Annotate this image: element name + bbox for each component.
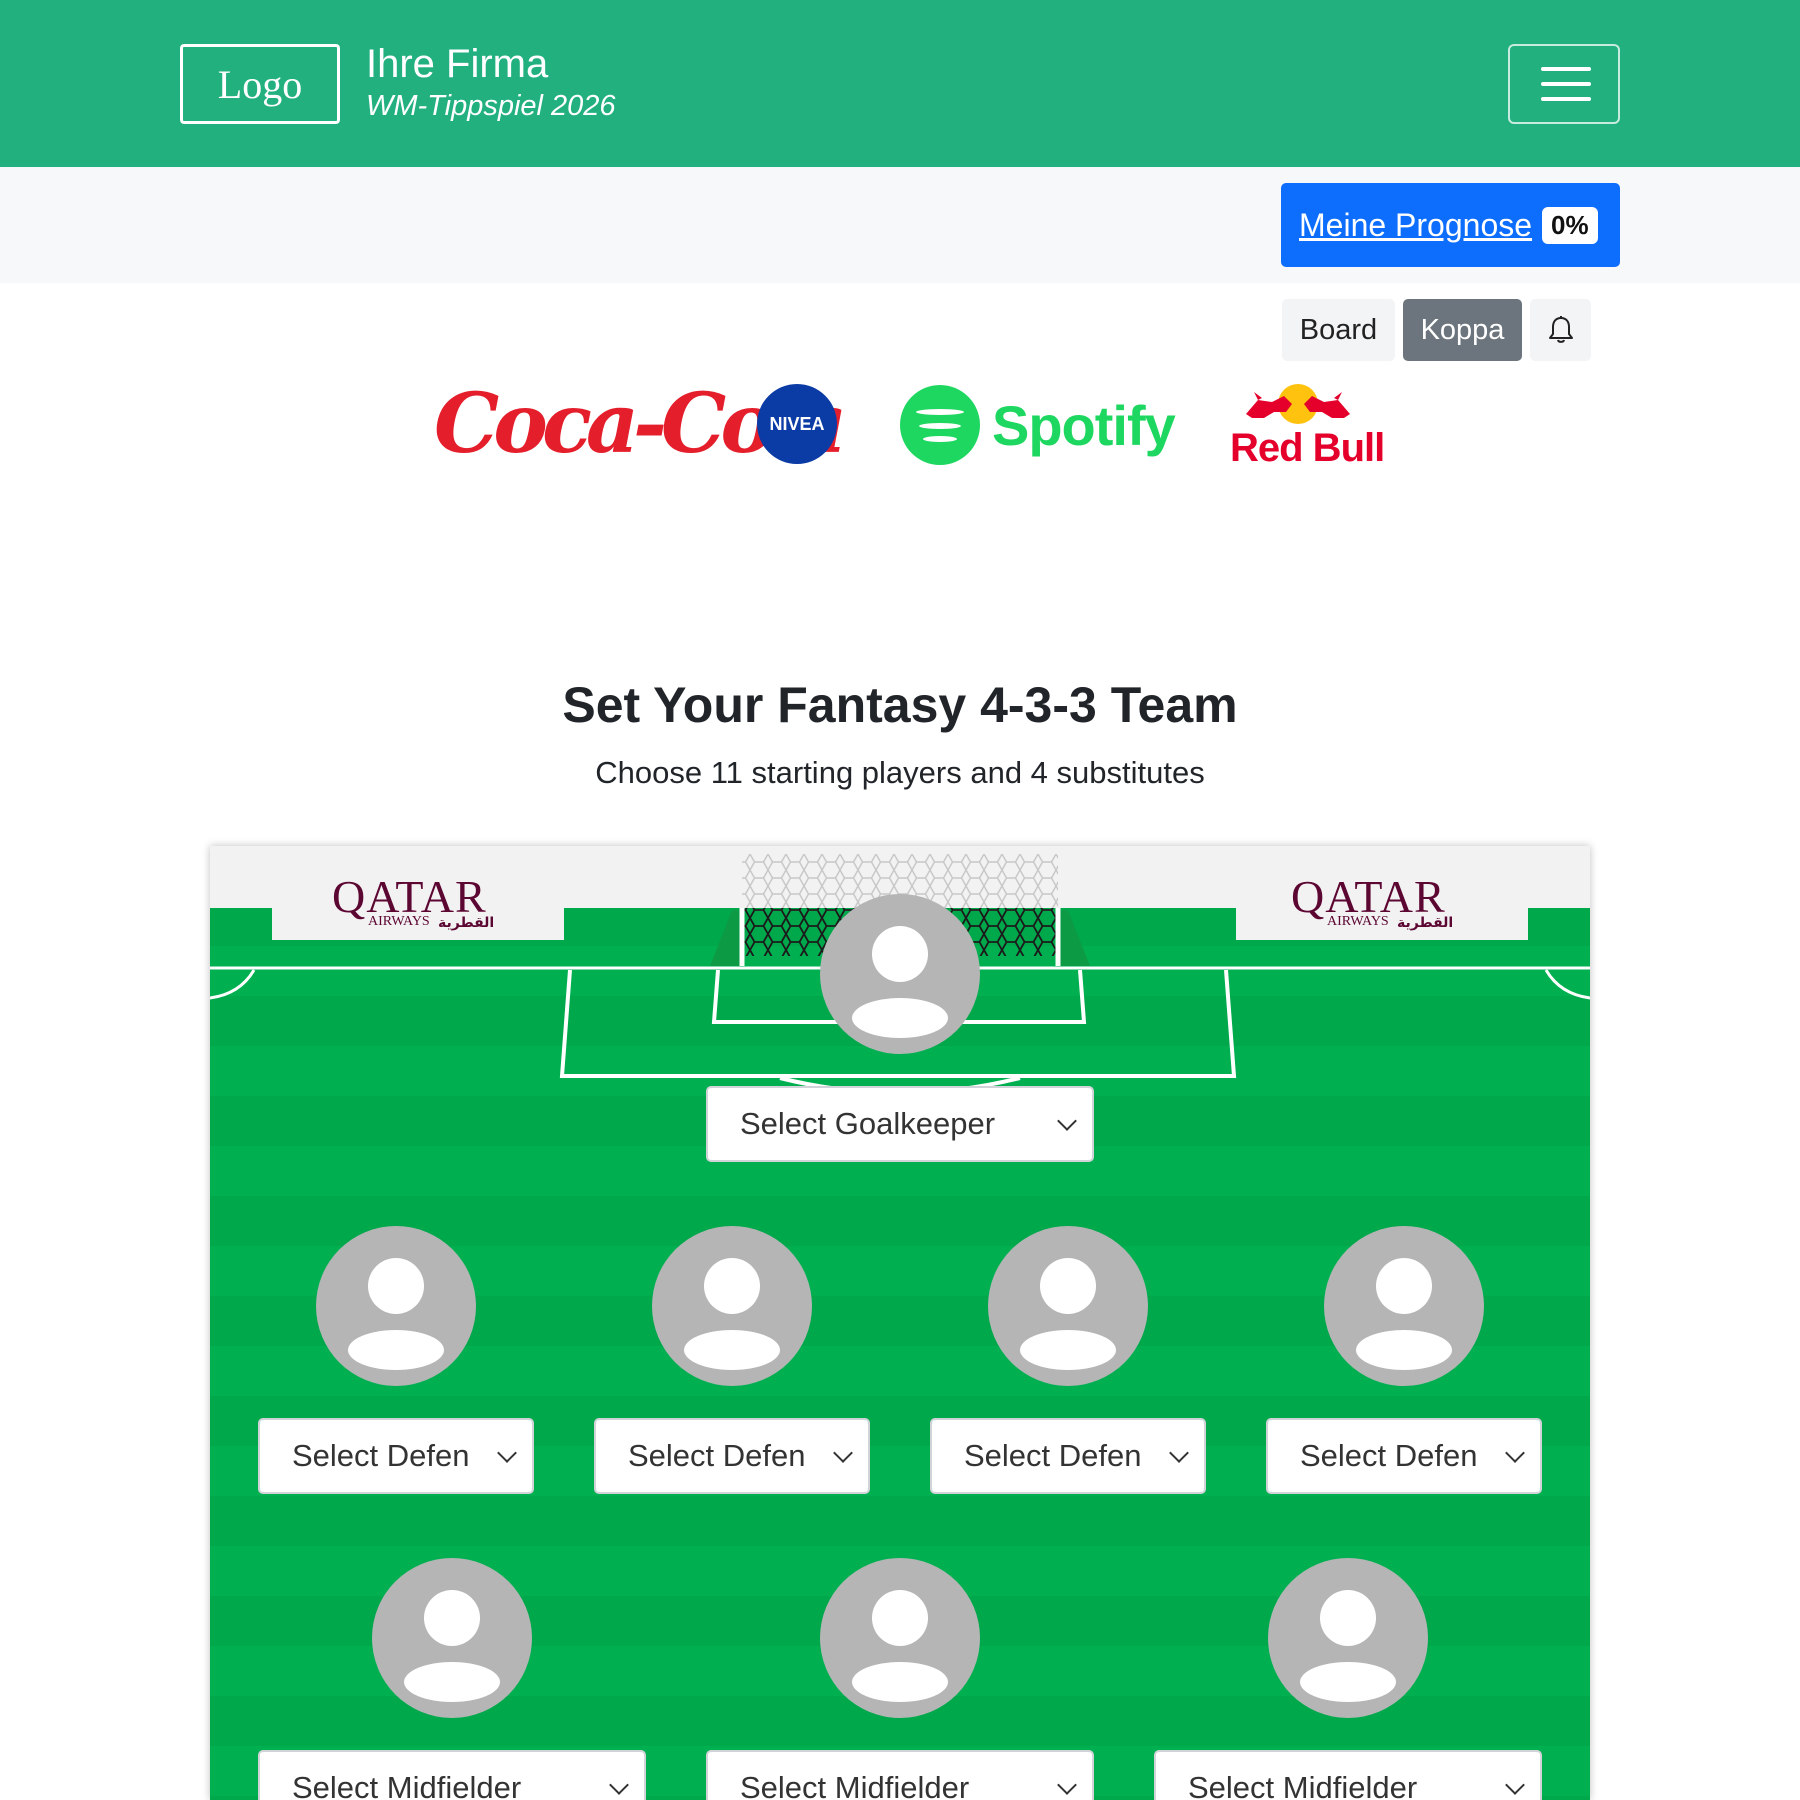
qatar-arabic-right: القطرية (1397, 914, 1454, 930)
user-avatar-icon (988, 1226, 1148, 1386)
spotify-wordmark: Spotify (992, 393, 1176, 457)
midfielder-select-text: Select Midfielder (1188, 1770, 1418, 1800)
nivea-logo: NIVEA (757, 384, 837, 464)
qatar-ad-right: QATAR AIRWAYS القطرية (1291, 870, 1454, 932)
redbull-bulls-icon (1246, 384, 1350, 424)
prognose-badge: 0% (1542, 206, 1598, 244)
chevron-down-icon (1169, 1443, 1189, 1463)
hamburger-icon (1541, 82, 1591, 86)
defender-select-text: Select Defen (1300, 1438, 1478, 1473)
qatar-ad-left: QATAR AIRWAYS القطرية (332, 870, 495, 932)
chevron-down-icon (1057, 1111, 1077, 1131)
user-avatar-icon (316, 1226, 476, 1386)
prognose-label: Meine Prognose (1299, 206, 1533, 243)
midfielder-select[interactable]: Select Midfielder (706, 1750, 1094, 1800)
company-logo[interactable]: Logo (180, 44, 340, 124)
user-avatar-icon (1268, 1558, 1428, 1718)
user-avatar-icon (1324, 1226, 1484, 1386)
defender-select[interactable]: Select Defen (594, 1418, 870, 1494)
meine-prognose-button[interactable]: Meine Prognose 0% (1281, 183, 1620, 267)
qatar-sub-left: AIRWAYS (368, 914, 430, 929)
app-subtitle: WM-Tippspiel 2026 (366, 90, 616, 122)
goalkeeper-avatar[interactable] (820, 894, 980, 1054)
midfielder-avatar[interactable] (1268, 1558, 1428, 1718)
qatar-arabic-left: القطرية (438, 914, 495, 930)
defender-avatar[interactable] (652, 1226, 812, 1386)
midfielder-select-text: Select Midfielder (740, 1770, 970, 1800)
qatar-sub-right: AIRWAYS (1327, 914, 1389, 929)
defender-select-text: Select Defen (292, 1438, 470, 1473)
spotify-icon (900, 385, 980, 465)
goalkeeper-select-text: Select Goalkeeper (740, 1106, 996, 1141)
defender-avatar[interactable] (988, 1226, 1148, 1386)
top-navbar: Logo Ihre Firma WM-Tippspiel 2026 (0, 0, 1800, 167)
team-title: Set Your Fantasy 4-3-3 Team (562, 677, 1238, 733)
midfielder-select-text: Select Midfielder (292, 1770, 522, 1800)
coca-cola-logo: Coca-Cola (434, 376, 847, 472)
chevron-down-icon (1505, 1443, 1525, 1463)
midfielder-avatar[interactable] (372, 1558, 532, 1718)
football-pitch: QATAR AIRWAYS القطرية QATAR AIRWAYS القط… (210, 846, 1590, 1800)
defender-select-text: Select Defen (964, 1438, 1142, 1473)
midfielder-select[interactable]: Select Midfielder (258, 1750, 646, 1800)
chevron-down-icon (1057, 1775, 1077, 1795)
hamburger-icon (1541, 97, 1591, 101)
spotify-logo: Spotify (900, 384, 1176, 466)
user-avatar-icon (820, 894, 980, 1054)
hamburger-icon (1541, 67, 1591, 71)
user-avatar-icon (652, 1226, 812, 1386)
chevron-down-icon (1505, 1775, 1525, 1795)
user-avatar-icon (820, 1558, 980, 1718)
notifications-button[interactable] (1530, 299, 1591, 361)
midfielder-avatar[interactable] (820, 1558, 980, 1718)
user-avatar-icon (372, 1558, 532, 1718)
tab-board[interactable]: Board (1282, 299, 1395, 361)
defender-select[interactable]: Select Defen (930, 1418, 1206, 1494)
company-name: Ihre Firma (366, 42, 549, 86)
defender-avatar[interactable] (1324, 1226, 1484, 1386)
team-subtitle: Choose 11 starting players and 4 substit… (595, 755, 1205, 790)
bell-icon (1548, 316, 1573, 343)
chevron-down-icon (833, 1443, 853, 1463)
midfielder-select[interactable]: Select Midfielder (1154, 1750, 1542, 1800)
redbull-wordmark: Red Bull (1230, 426, 1385, 470)
defender-select[interactable]: Select Defen (1266, 1418, 1542, 1494)
defender-select-text: Select Defen (628, 1438, 806, 1473)
chevron-down-icon (497, 1443, 517, 1463)
tab-koppa[interactable]: Koppa (1403, 299, 1522, 361)
chevron-down-icon (609, 1775, 629, 1795)
defender-avatar[interactable] (316, 1226, 476, 1386)
goalkeeper-select[interactable]: Select Goalkeeper (706, 1086, 1094, 1162)
redbull-logo: Red Bull (1228, 382, 1385, 472)
defender-select[interactable]: Select Defen (258, 1418, 534, 1494)
menu-toggle-button[interactable] (1508, 44, 1620, 124)
